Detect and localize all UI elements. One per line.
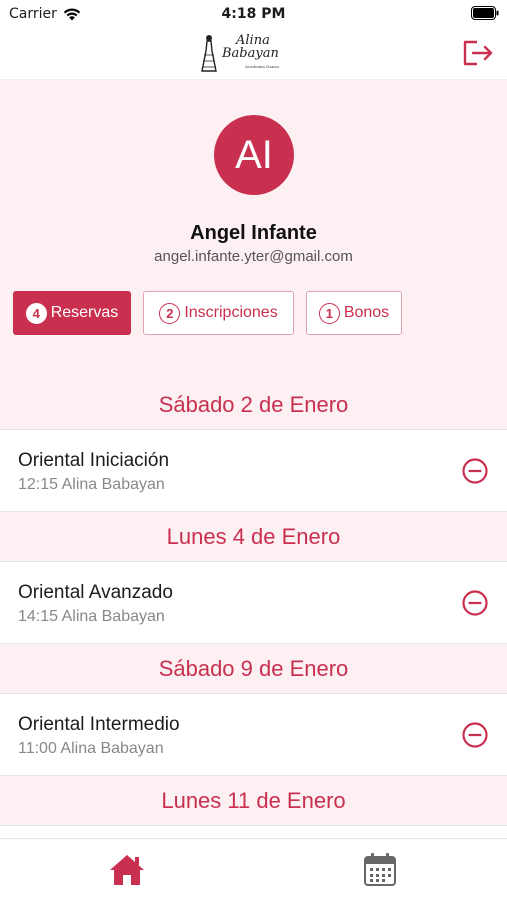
class-subtitle: 12:15 Alina Babayan <box>18 476 165 493</box>
tab-count-badge: 2 <box>159 302 181 324</box>
cancel-reservation-icon[interactable] <box>461 457 489 485</box>
tab-label: Bonos <box>343 304 390 321</box>
user-name: Angel Infante <box>190 222 317 244</box>
logout-icon[interactable] <box>461 38 495 68</box>
cancel-reservation-icon[interactable] <box>461 721 489 749</box>
class-subtitle: 11:00 Alina Babayan <box>18 740 164 757</box>
tab-label: Reservas <box>50 304 119 321</box>
logo-line2: Babayan <box>222 45 279 61</box>
date-header: Sábado 2 de Enero <box>0 380 507 430</box>
status-time: 4:18 PM <box>221 6 286 22</box>
date-header: Sábado 9 de Enero <box>0 644 507 694</box>
bottom-nav <box>0 838 507 900</box>
class-title: Oriental Intermedio <box>18 714 180 735</box>
reservation-list: Sábado 2 de Enero Oriental Iniciación 12… <box>0 380 507 826</box>
class-title: Oriental Avanzado <box>18 582 173 603</box>
class-title: Oriental Iniciación <box>18 450 170 471</box>
list-item[interactable]: Oriental Intermedio 11:00 Alina Babayan <box>0 694 507 776</box>
tab-inscripciones[interactable]: 2 Inscripciones <box>143 291 294 335</box>
class-subtitle: 14:15 Alina Babayan <box>18 608 165 625</box>
tab-bar: 4 Reservas 2 Inscripciones 1 Bonos <box>0 291 507 337</box>
logo-line1: Alina <box>236 32 270 48</box>
date-header: Lunes 11 de Enero <box>0 776 507 826</box>
user-email: angel.infante.yter@gmail.com <box>154 248 353 265</box>
logo-wordmark: Alina Babayan Academia Danza <box>222 34 279 73</box>
tab-label: Inscripciones <box>184 304 278 321</box>
profile-section: AI Angel Infante angel.infante.yter@gmai… <box>0 80 507 380</box>
date-header: Lunes 4 de Enero <box>0 512 507 562</box>
list-item[interactable]: Oriental Avanzado 14:15 Alina Babayan <box>0 562 507 644</box>
tab-count-badge: 1 <box>318 302 340 324</box>
tab-bonos[interactable]: 1 Bonos <box>306 291 402 335</box>
tab-count-badge: 4 <box>25 302 47 324</box>
logo-figure-icon <box>201 35 217 72</box>
list-item[interactable]: Oriental Iniciación 12:15 Alina Babayan <box>0 430 507 512</box>
home-icon[interactable] <box>108 853 146 887</box>
battery-icon <box>471 6 499 20</box>
cancel-reservation-icon[interactable] <box>461 589 489 617</box>
calendar-icon[interactable] <box>362 852 398 888</box>
logo-tagline: Academia Danza <box>245 63 279 69</box>
status-bar: Carrier 4:18 PM <box>0 0 507 28</box>
avatar: AI <box>214 115 294 195</box>
app-logo: Alina Babayan Academia Danza <box>200 32 310 74</box>
app-header: Alina Babayan Academia Danza <box>0 28 507 80</box>
tab-reservas[interactable]: 4 Reservas <box>13 291 131 335</box>
